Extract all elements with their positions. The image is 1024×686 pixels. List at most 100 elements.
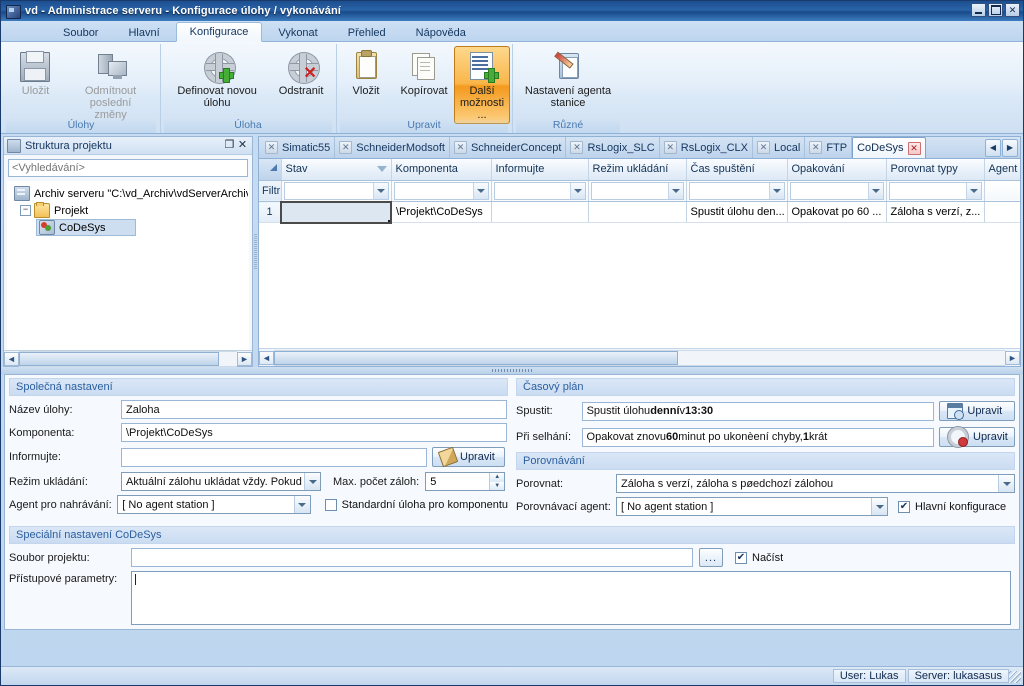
tab-local[interactable]: ✕ Local [753, 137, 806, 158]
filter-cell-informujte[interactable] [491, 180, 589, 202]
scroll-right-icon[interactable]: ► [1005, 350, 1020, 365]
load-checkbox[interactable]: ✔ Načíst [735, 551, 783, 564]
delete-task-button[interactable]: ✕ Odstranit [271, 46, 331, 100]
tree-item-codesys[interactable]: CoDeSys [12, 219, 248, 236]
close-icon[interactable]: ✕ [809, 141, 823, 154]
close-icon[interactable]: ✕ [339, 141, 353, 154]
save-button[interactable]: Uložit [7, 46, 64, 100]
station-agent-settings-button[interactable]: Nastavení agenta stanice [518, 46, 618, 112]
stepper-buttons[interactable]: ▲ ▼ [489, 473, 505, 490]
standard-task-checkbox[interactable]: ✔ Standardní úloha pro komponentu [324, 498, 508, 511]
grid-select-all-corner[interactable] [259, 159, 282, 181]
cell-porovnat-typy[interactable]: Záloha s verzí, z... [886, 201, 985, 223]
ribbon-tab-konfigurace[interactable]: Konfigurace [175, 22, 263, 42]
tab-ftp[interactable]: ✕ FTP [805, 137, 853, 158]
tree-item-projekt[interactable]: − Projekt [12, 202, 248, 219]
minimize-button[interactable] [971, 3, 986, 17]
scroll-left-icon[interactable]: ◄ [4, 351, 19, 366]
project-file-input[interactable] [131, 548, 693, 567]
notify-edit-button[interactable]: Upravit [432, 446, 505, 468]
chevron-down-icon[interactable] [472, 182, 488, 199]
resize-grip-icon[interactable] [1009, 671, 1021, 683]
tree-item-archive[interactable]: Archiv serveru "C:\vd_Archiv\vdServerArc… [12, 185, 248, 202]
grid-col-opakovani[interactable]: Opakování [787, 159, 887, 181]
cell-agent-pro-r[interactable] [984, 201, 1020, 223]
tab-next-icon[interactable]: ▶ [1002, 138, 1018, 157]
ribbon-tab-vykonat[interactable]: Vykonat [264, 23, 331, 42]
chevron-down-icon[interactable] [965, 182, 981, 199]
horizontal-splitter[interactable] [1, 367, 1023, 374]
compare-agent-select[interactable]: [ No agent station ] [616, 497, 888, 516]
ribbon-tab-hlavni[interactable]: Hlavní [114, 23, 173, 42]
cell-opakovani[interactable]: Opakovat po 60 ... [787, 201, 887, 223]
ribbon-tab-soubor[interactable]: Soubor [49, 23, 112, 42]
tree-expander-icon[interactable]: − [20, 205, 31, 216]
ribbon-tab-napoveda[interactable]: Nápověda [402, 23, 480, 42]
filter-cell-cas-spusteni[interactable] [686, 180, 788, 202]
max-backups-stepper[interactable]: 5 ▲ ▼ [425, 472, 506, 491]
more-options-button[interactable]: Další možnosti ... [454, 46, 510, 124]
start-edit-button[interactable]: Upravit [939, 401, 1015, 421]
close-button[interactable]: ✕ [1005, 3, 1020, 17]
filter-cell-porovnat-typy[interactable] [886, 180, 985, 202]
main-config-checkbox[interactable]: ✔ Hlavní konfigurace [898, 500, 1006, 513]
grid-hscrollbar[interactable]: ◄ ► [259, 348, 1020, 366]
revert-changes-button[interactable]: Odmítnout poslední změny [66, 46, 155, 124]
cell-stav[interactable] [280, 200, 392, 224]
chevron-down-icon[interactable] [569, 182, 585, 199]
tab-codesys[interactable]: CoDeSys ✕ [852, 137, 926, 158]
project-tree-hscrollbar[interactable]: ◄ ► [4, 350, 252, 367]
search-input[interactable] [8, 159, 248, 177]
grid-col-stav[interactable]: Stav [281, 159, 392, 181]
chevron-down-icon[interactable] [293, 496, 310, 513]
close-icon[interactable]: ✕ [757, 141, 771, 154]
vertical-splitter[interactable] [253, 136, 258, 367]
task-name-input[interactable]: Zaloha [121, 400, 507, 419]
grid-col-komponenta[interactable]: Komponenta [391, 159, 492, 181]
filter-cell-rezim-ukladani[interactable] [588, 180, 687, 202]
checkbox-icon[interactable]: ✔ [898, 500, 910, 513]
checkbox-icon[interactable]: ✔ [324, 498, 337, 511]
cell-cas-spusteni[interactable]: Spustit úlohu den... [686, 201, 788, 223]
chevron-down-icon[interactable] [998, 475, 1014, 492]
panel-float-button[interactable]: ❐ [223, 139, 236, 152]
filter-cell-opakovani[interactable] [787, 180, 887, 202]
chevron-down-icon[interactable] [304, 473, 320, 490]
tab-rslogix-slc[interactable]: ✕ RsLogix_SLC [566, 137, 660, 158]
cell-komponenta[interactable]: \Projekt\CoDeSys [391, 201, 492, 223]
filter-cell-komponenta[interactable] [391, 180, 492, 202]
panel-close-button[interactable]: ✕ [236, 139, 249, 152]
tab-prev-icon[interactable]: ◀ [985, 138, 1001, 157]
tab-schneidermodsoft[interactable]: ✕ SchneiderModsoft [335, 137, 450, 158]
copy-button[interactable]: Kopírovat [396, 46, 452, 100]
ribbon-tab-prehled[interactable]: Přehled [334, 23, 400, 42]
close-icon[interactable]: ✕ [265, 141, 278, 154]
notify-input[interactable] [121, 447, 427, 467]
save-mode-select[interactable]: Aktuální zálohu ukládat vždy. Pokud je : [121, 472, 321, 491]
define-new-task-button[interactable]: Definovat novou úlohu [165, 46, 269, 112]
tab-simatic55[interactable]: ✕ Simatic55 [261, 137, 336, 158]
failure-edit-button[interactable]: Upravit [939, 427, 1015, 447]
maximize-button[interactable] [988, 3, 1003, 17]
grid-col-cas-spusteni[interactable]: Čas spuštění [686, 159, 788, 181]
grid-col-agent-pro-r[interactable]: Agent pro r [984, 159, 1020, 181]
paste-button[interactable]: Vložit [338, 46, 394, 100]
grid-col-porovnat-typy[interactable]: Porovnat typy [886, 159, 985, 181]
close-icon[interactable]: ✕ [663, 141, 677, 154]
chevron-down-icon[interactable] [768, 182, 784, 199]
cell-informujte[interactable] [491, 201, 589, 223]
grid-col-rezim-ukladani[interactable]: Režim ukládání [588, 159, 687, 181]
chevron-down-icon[interactable] [372, 182, 388, 199]
tab-schneiderconcept[interactable]: ✕ SchneiderConcept [450, 137, 567, 158]
checkbox-icon[interactable]: ✔ [735, 551, 747, 564]
cell-rezim-ukladani[interactable] [588, 201, 687, 223]
close-icon[interactable]: ✕ [453, 141, 467, 154]
component-input[interactable]: \Projekt\CoDeSys [121, 423, 507, 442]
grid-col-informujte[interactable]: Informujte [491, 159, 589, 181]
failure-value[interactable]: Opakovat znovu 60 minut po ukonèení chyb… [581, 427, 934, 447]
chevron-down-icon[interactable] [871, 498, 887, 515]
filter-cell-agent-pro-r[interactable] [984, 180, 1020, 202]
scroll-left-icon[interactable]: ◄ [259, 350, 274, 365]
scroll-track[interactable] [274, 349, 1005, 366]
tab-rslogix-clx[interactable]: ✕ RsLogix_CLX [660, 137, 754, 158]
